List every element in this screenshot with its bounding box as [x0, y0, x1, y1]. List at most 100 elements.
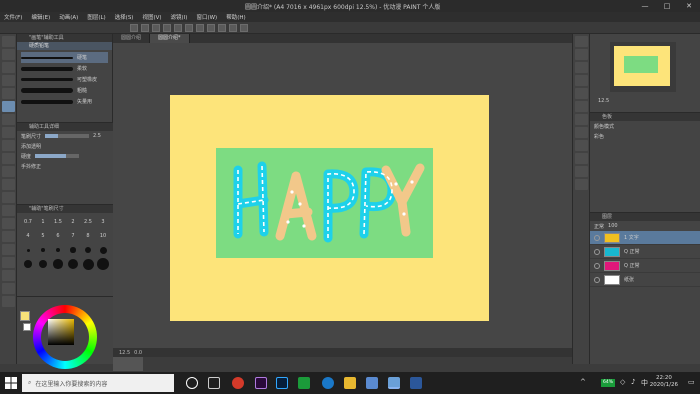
brush-size-option[interactable]: 1 — [36, 216, 50, 228]
color-mode-select-row[interactable]: 彩色 — [590, 131, 700, 141]
brush-size-row[interactable]: 笔刷尺寸 2.5 — [17, 131, 113, 141]
navigator-preview[interactable] — [610, 42, 676, 92]
ime-indicator[interactable]: 中 — [641, 378, 648, 388]
eye-icon[interactable] — [594, 276, 600, 283]
menu-window[interactable]: 窗口(W) — [196, 13, 217, 21]
brush-item[interactable]: 矢量用 — [21, 96, 108, 107]
task-view-icon[interactable] — [208, 377, 220, 389]
battery-indicator[interactable]: 64% — [601, 379, 615, 387]
clock[interactable]: 22:20 2020/1/26 — [650, 375, 678, 389]
subtool-group[interactable]: 硬质铅笔 — [17, 42, 112, 50]
text-tool-icon[interactable] — [2, 231, 15, 242]
brush-size-option[interactable] — [21, 244, 35, 256]
color-set-icon[interactable] — [575, 101, 588, 112]
premiere-icon[interactable] — [255, 377, 267, 389]
color-mode-row[interactable]: 颜色模式 — [590, 121, 700, 131]
brush-size-option[interactable] — [36, 244, 50, 256]
gradient-tool-icon[interactable] — [2, 192, 15, 203]
brush-size-option[interactable]: 5 — [36, 230, 50, 242]
brush-item[interactable]: 硬笔 — [21, 52, 108, 63]
brush-item[interactable]: 粗糙 — [21, 85, 108, 96]
layer-opacity-value[interactable]: 100 — [608, 223, 618, 229]
zoom-value[interactable]: 12.5 — [119, 350, 130, 356]
eyedropper-tool-icon[interactable] — [2, 88, 15, 99]
deselect-icon[interactable] — [207, 23, 215, 32]
brush-size-option[interactable]: 10 — [96, 230, 110, 242]
menu-filter[interactable]: 滤镜(I) — [171, 13, 188, 21]
ruler-tool-icon[interactable] — [2, 257, 15, 268]
brush-size-option[interactable]: 6 — [51, 230, 65, 242]
move-tool-icon[interactable] — [2, 49, 15, 60]
history-icon[interactable] — [575, 75, 588, 86]
brush-size-option[interactable]: 4 — [21, 230, 35, 242]
redo-icon[interactable] — [174, 23, 182, 32]
eye-icon[interactable] — [594, 248, 600, 255]
frame-tool-icon[interactable] — [2, 218, 15, 229]
select-tool-icon[interactable] — [2, 62, 15, 73]
brush-size-option[interactable] — [81, 244, 95, 256]
blend-tool-icon[interactable] — [2, 166, 15, 177]
snap-icon[interactable] — [218, 23, 226, 32]
brush-size-option[interactable]: 2.5 — [81, 216, 95, 228]
netease-music-icon[interactable] — [232, 377, 244, 389]
clear-icon[interactable] — [185, 23, 193, 32]
main-color-icon[interactable] — [2, 283, 15, 294]
photoshop-icon[interactable] — [276, 377, 288, 389]
close-button[interactable]: ✕ — [678, 0, 700, 12]
undo-icon[interactable] — [163, 23, 171, 32]
brush-size-option[interactable]: 7 — [66, 230, 80, 242]
iqiyi-icon[interactable] — [298, 377, 310, 389]
taskbar-search[interactable]: ⌕ 在这里输入你要搜索的内容 — [22, 374, 174, 392]
brush-tool-icon[interactable] — [2, 127, 15, 138]
color-history-icon[interactable] — [575, 140, 588, 151]
brush-size-option[interactable]: 0.7 — [21, 216, 35, 228]
cortana-icon[interactable] — [186, 377, 198, 389]
color-slider-icon[interactable] — [575, 88, 588, 99]
menu-help[interactable]: 帮助(H) — [226, 13, 245, 21]
intermediate-color-icon[interactable] — [575, 114, 588, 125]
settings-icon[interactable] — [240, 23, 248, 32]
info-icon[interactable] — [575, 62, 588, 73]
brush-item[interactable]: 柔软 — [21, 63, 108, 74]
menu-file[interactable]: 文件(F) — [4, 13, 22, 21]
menu-select[interactable]: 选择(S) — [115, 13, 134, 21]
pencil-tool-icon[interactable] — [2, 114, 15, 125]
eye-icon[interactable] — [594, 234, 600, 241]
paint-app-icon[interactable] — [388, 377, 400, 389]
blend-mode-value[interactable]: 正常 — [594, 223, 604, 230]
sub-view-icon[interactable] — [575, 49, 588, 60]
brush-size-option[interactable] — [21, 258, 35, 270]
brush-size-slider[interactable] — [45, 134, 90, 138]
main-color-swatch[interactable] — [20, 311, 30, 321]
tab-document-1[interactable]: 圆圆介绍 — [113, 34, 151, 43]
volume-icon[interactable]: ♪ — [631, 378, 635, 386]
brush-size-option[interactable] — [36, 258, 50, 270]
tab-document-2[interactable]: 圆圆介绍* — [150, 34, 190, 43]
fill-tool-icon[interactable] — [2, 179, 15, 190]
brush-size-option[interactable] — [66, 258, 80, 270]
menu-edit[interactable]: 编辑(E) — [31, 13, 50, 21]
color-mode-value[interactable]: 彩色 — [594, 133, 604, 140]
word-icon[interactable] — [410, 377, 422, 389]
search-layer-icon[interactable] — [575, 179, 588, 190]
rotation-value[interactable]: 0.0 — [134, 350, 142, 356]
brush-size-option[interactable]: 3 — [96, 216, 110, 228]
approximate-color-icon[interactable] — [575, 127, 588, 138]
hue-ring[interactable] — [33, 305, 97, 369]
file-explorer-icon[interactable] — [344, 377, 356, 389]
blend-row[interactable]: 添加透明 — [17, 141, 113, 151]
brush-size-option[interactable] — [81, 258, 95, 270]
sub-color-swatch[interactable] — [23, 323, 31, 331]
open-file-icon[interactable] — [141, 23, 149, 32]
brush-size-option[interactable]: 8 — [81, 230, 95, 242]
balloon-tool-icon[interactable] — [2, 244, 15, 255]
blend-mode-row[interactable]: 正常 100 — [590, 221, 700, 231]
transform-icon[interactable] — [196, 23, 204, 32]
correct-line-tool-icon[interactable] — [2, 270, 15, 281]
menu-layer[interactable]: 图层(L) — [87, 13, 105, 21]
figure-tool-icon[interactable] — [2, 205, 15, 216]
windows-start-icon[interactable] — [2, 375, 20, 391]
notification-icon[interactable]: ▭ — [688, 378, 695, 386]
brush-size-option[interactable] — [96, 244, 110, 256]
navigator-zoom-row[interactable]: 12.5 — [594, 96, 609, 106]
